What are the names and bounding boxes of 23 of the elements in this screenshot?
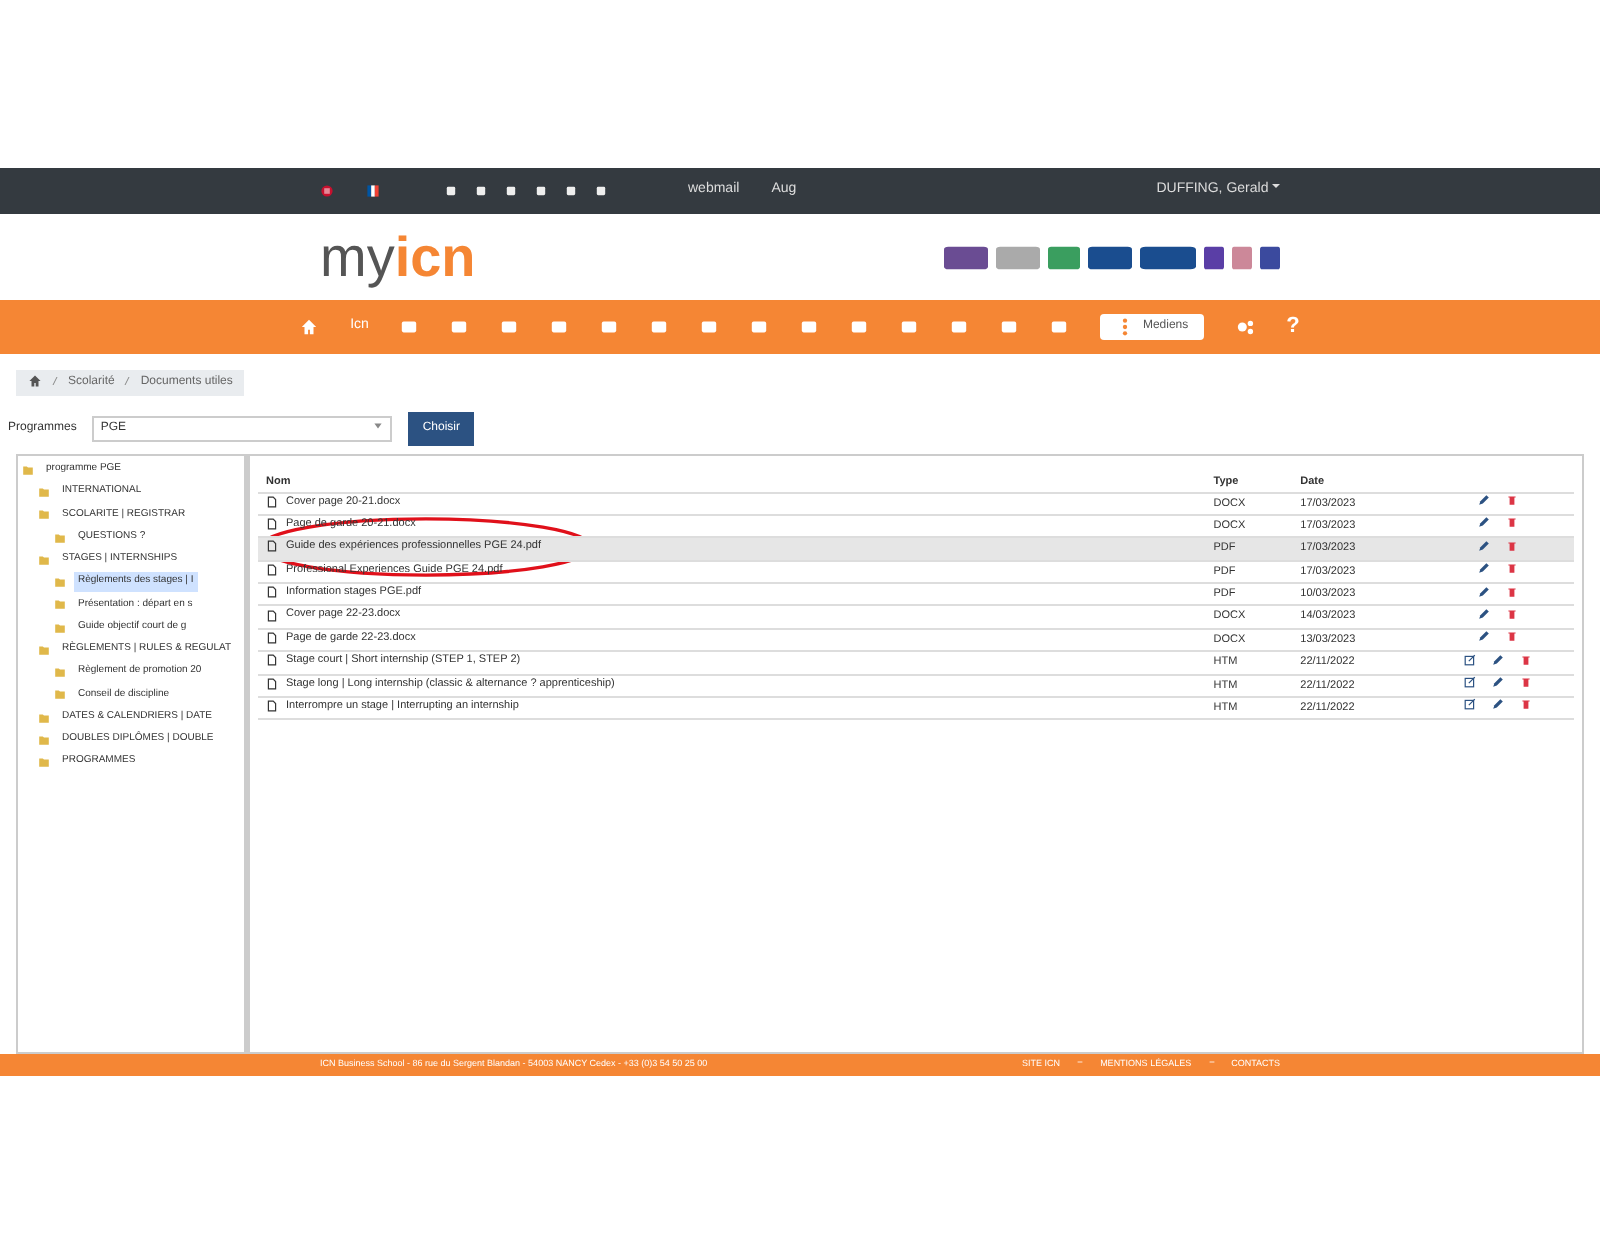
separator-icon [1076, 1058, 1085, 1067]
open-icon[interactable] [1463, 676, 1476, 689]
trash-icon[interactable] [1505, 585, 1518, 598]
trash-icon[interactable] [1519, 676, 1532, 689]
trash-icon[interactable] [1505, 607, 1518, 620]
separator-icon [1207, 1058, 1216, 1067]
caret-icon [372, 420, 385, 432]
open-icon[interactable] [1463, 698, 1476, 711]
trash-icon[interactable] [1505, 539, 1518, 552]
trash-icon[interactable] [1519, 698, 1532, 711]
trash-icon[interactable] [1505, 516, 1518, 529]
trash-icon[interactable] [1505, 562, 1518, 575]
separator-icon [50, 374, 60, 388]
open-icon[interactable] [1463, 653, 1476, 666]
trash-icon[interactable] [1505, 630, 1518, 643]
trash-icon[interactable] [1505, 494, 1518, 507]
gears-icon[interactable] [1236, 318, 1255, 336]
logo-text: myicn [320, 229, 476, 285]
trash-icon[interactable] [1519, 653, 1532, 666]
flag-icon [366, 184, 380, 198]
separator-icon [122, 374, 133, 388]
home-icon[interactable] [28, 374, 42, 388]
flag-icon [320, 184, 334, 198]
